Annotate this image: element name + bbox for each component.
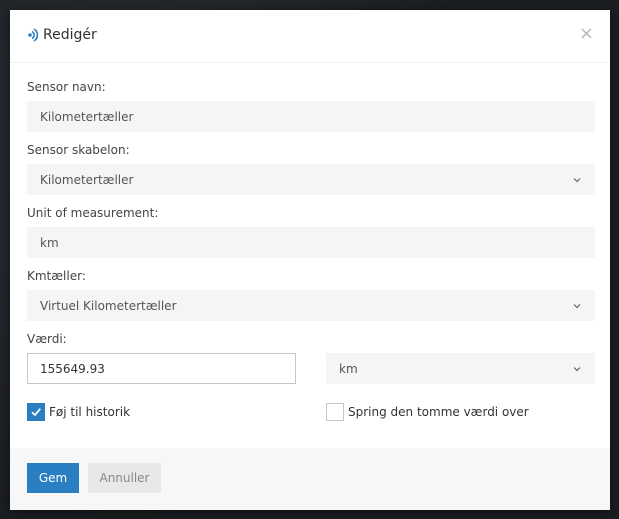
dialog-title: Redigér — [26, 27, 97, 43]
dialog-footer: Gem Annuller — [10, 448, 610, 510]
close-icon[interactable]: × — [579, 24, 594, 44]
add-to-history-label: Føj til historik — [49, 405, 131, 419]
sensor-template-select[interactable]: Kilometertæller — [27, 164, 595, 195]
sensor-template-value: Kilometertæller — [40, 172, 134, 187]
skip-empty-value-label: Spring den tomme værdi over — [348, 405, 529, 419]
cancel-button[interactable]: Annuller — [88, 463, 161, 493]
sensor-name-input[interactable]: Kilometertæller — [27, 101, 595, 132]
odometer-label: Kmtæller: — [27, 269, 86, 283]
odometer-select[interactable]: Virtuel Kilometertæller — [27, 290, 595, 321]
sensor-name-label: Sensor navn: — [27, 80, 106, 94]
value-label: Værdi: — [27, 332, 67, 346]
add-to-history-option[interactable]: Føj til historik — [27, 403, 130, 421]
unit-of-measurement-label: Unit of measurement: — [27, 206, 159, 220]
chevron-down-icon — [573, 177, 581, 182]
dialog-header: Redigér × — [10, 10, 610, 63]
save-button[interactable]: Gem — [27, 463, 79, 493]
unit-of-measurement-input[interactable]: km — [27, 227, 595, 258]
chevron-down-icon — [573, 366, 581, 371]
sensor-name-value: Kilometertæller — [40, 109, 134, 124]
skip-empty-value-option[interactable]: Spring den tomme værdi over — [326, 403, 529, 421]
value-unit-text: km — [339, 361, 358, 376]
edit-sensor-dialog: Redigér × Sensor navn: Kilometertæller S… — [10, 10, 610, 510]
unit-of-measurement-value: km — [40, 235, 59, 250]
skip-empty-value-checkbox[interactable] — [326, 403, 344, 421]
odometer-value: Virtuel Kilometertæller — [40, 298, 177, 313]
value-input[interactable]: 155649.93 — [27, 353, 296, 384]
checkmark-icon — [31, 408, 41, 417]
sensor-template-label: Sensor skabelon: — [27, 143, 130, 157]
add-to-history-checkbox[interactable] — [27, 403, 45, 421]
dialog-title-text: Redigér — [43, 27, 97, 43]
value-unit-select[interactable]: km — [326, 353, 595, 384]
chevron-down-icon — [573, 303, 581, 308]
value-input-text: 155649.93 — [40, 361, 105, 376]
sensor-signal-icon — [28, 28, 38, 42]
